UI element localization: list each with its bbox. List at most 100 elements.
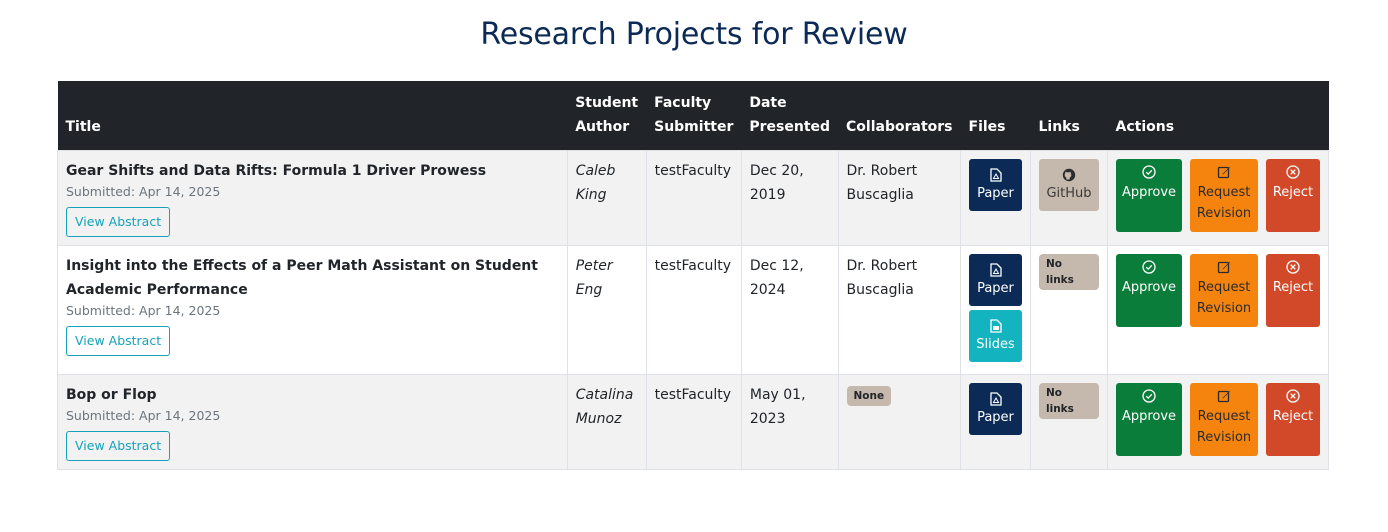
x-circle-icon [1286,165,1300,179]
pdf-file-icon [989,262,1002,277]
project-title: Bop or Flop [66,387,157,403]
approve-button[interactable]: Approve [1116,254,1182,327]
paper-label: Paper [977,185,1014,201]
reject-label: Reject [1272,185,1314,200]
paper-button[interactable]: Paper [969,254,1022,306]
faculty-cell: testFaculty [645,150,742,246]
check-circle-icon [1142,389,1156,403]
github-icon [1062,168,1076,181]
title-cell: Insight into the Effects of a Peer Math … [57,245,568,375]
student-author-cell: Peter Eng [566,245,647,375]
date-cell: May 01, 2023 [740,374,839,470]
pdf-file-icon [989,391,1002,406]
files-cell: Paper [960,150,1031,246]
action-group: Approve Request Revision Reject [1116,383,1320,456]
files-cell: Paper Slides [960,245,1031,375]
edit-icon [1217,166,1230,179]
page-title: Research Projects for Review [480,17,908,52]
actions-cell: Approve Request Revision Reject [1107,374,1329,470]
header-collaborators[interactable]: Collaborators [838,81,961,151]
author-first-name: Caleb [575,163,616,179]
project-title: Gear Shifts and Data Rifts: Formula 1 Dr… [66,163,487,179]
request-revision-label: Request Revision [1196,409,1252,445]
slides-label: Slides [976,336,1015,352]
slides-file-icon [989,318,1002,333]
table-row: Bop or Flop Submitted: Apr 14, 2025 View… [57,374,1329,470]
table-row: Gear Shifts and Data Rifts: Formula 1 Dr… [57,150,1329,246]
approve-button[interactable]: Approve [1116,383,1182,456]
date-line-1: Dec 20, [749,163,804,179]
actions-cell: Approve Request Revision Reject [1107,150,1329,246]
student-author-cell: Caleb King [566,150,647,246]
reject-button[interactable]: Reject [1266,159,1320,232]
date-line-2: 2024 [749,282,786,298]
paper-button[interactable]: Paper [969,383,1022,435]
links-cell: No links [1030,245,1108,375]
paper-label: Paper [977,409,1014,425]
links-cell: GitHub [1030,150,1108,246]
collaborators-cell: None [837,374,962,470]
slides-button[interactable]: Slides [969,310,1022,362]
reject-label: Reject [1272,409,1314,424]
files-cell: Paper [960,374,1031,470]
collaborator-line-2: Buscaglia [846,282,914,298]
request-revision-button[interactable]: Request Revision [1190,383,1258,456]
view-abstract-button[interactable]: View Abstract [66,207,171,237]
date-cell: Dec 20, 2019 [740,150,839,246]
edit-icon [1217,390,1230,403]
pdf-file-icon [989,167,1002,182]
submitted-date: Submitted: Apr 14, 2025 [66,303,221,318]
github-link-button[interactable]: GitHub [1039,159,1099,211]
author-last-name: Munoz [575,411,622,427]
reject-button[interactable]: Reject [1266,383,1320,456]
action-group: Approve Request Revision Reject [1116,159,1320,232]
header-links: Links [1030,81,1108,151]
project-title: Insight into the Effects of a Peer Math … [66,258,538,298]
paper-label: Paper [977,280,1014,296]
submitted-date: Submitted: Apr 14, 2025 [66,408,221,423]
collaborator-line-2: Buscaglia [846,187,914,203]
author-first-name: Peter [575,258,613,274]
title-cell: Gear Shifts and Data Rifts: Formula 1 Dr… [57,150,568,246]
submitted-date: Submitted: Apr 14, 2025 [66,184,221,199]
approve-button[interactable]: Approve [1116,159,1182,232]
no-links-badge: No links [1039,383,1099,419]
author-first-name: Catalina [575,387,634,403]
date-line-2: 2019 [749,187,786,203]
reject-button[interactable]: Reject [1266,254,1320,327]
header-actions: Actions [1107,81,1329,151]
collaborator-line-1: Dr. Robert [846,258,918,274]
author-last-name: King [575,187,607,203]
header-student-author[interactable]: Student Author [567,81,647,151]
request-revision-button[interactable]: Request Revision [1190,254,1258,327]
paper-button[interactable]: Paper [969,159,1022,211]
approve-label: Approve [1121,185,1177,200]
request-revision-button[interactable]: Request Revision [1190,159,1258,232]
actions-cell: Approve Request Revision Reject [1107,245,1329,375]
header-faculty-submitter[interactable]: Faculty Submitter [646,81,742,151]
faculty-cell: testFaculty [645,245,742,375]
date-cell: Dec 12, 2024 [740,245,839,375]
date-line-1: May 01, [749,387,806,403]
no-collaborators-badge: None [846,386,892,406]
request-revision-label: Request Revision [1196,280,1252,316]
header-files: Files [960,81,1031,151]
links-cell: No links [1030,374,1108,470]
check-circle-icon [1142,260,1156,274]
table-row: Insight into the Effects of a Peer Math … [57,245,1329,375]
collaborators-cell: Dr. Robert Buscaglia [837,150,962,246]
date-line-2: 2023 [749,411,786,427]
header-date-presented[interactable]: Date Presented [741,81,839,151]
student-author-cell: Catalina Munoz [566,374,647,470]
collaborators-cell: Dr. Robert Buscaglia [837,245,962,375]
view-abstract-button[interactable]: View Abstract [66,326,171,356]
author-last-name: Eng [575,282,603,298]
reject-label: Reject [1272,280,1314,295]
github-label: GitHub [1046,185,1092,201]
action-group: Approve Request Revision Reject [1116,254,1320,327]
faculty-cell: testFaculty [645,374,742,470]
header-title[interactable]: Title [57,81,568,151]
edit-icon [1217,261,1230,274]
view-abstract-button[interactable]: View Abstract [66,431,171,461]
title-cell: Bop or Flop Submitted: Apr 14, 2025 View… [57,374,568,470]
